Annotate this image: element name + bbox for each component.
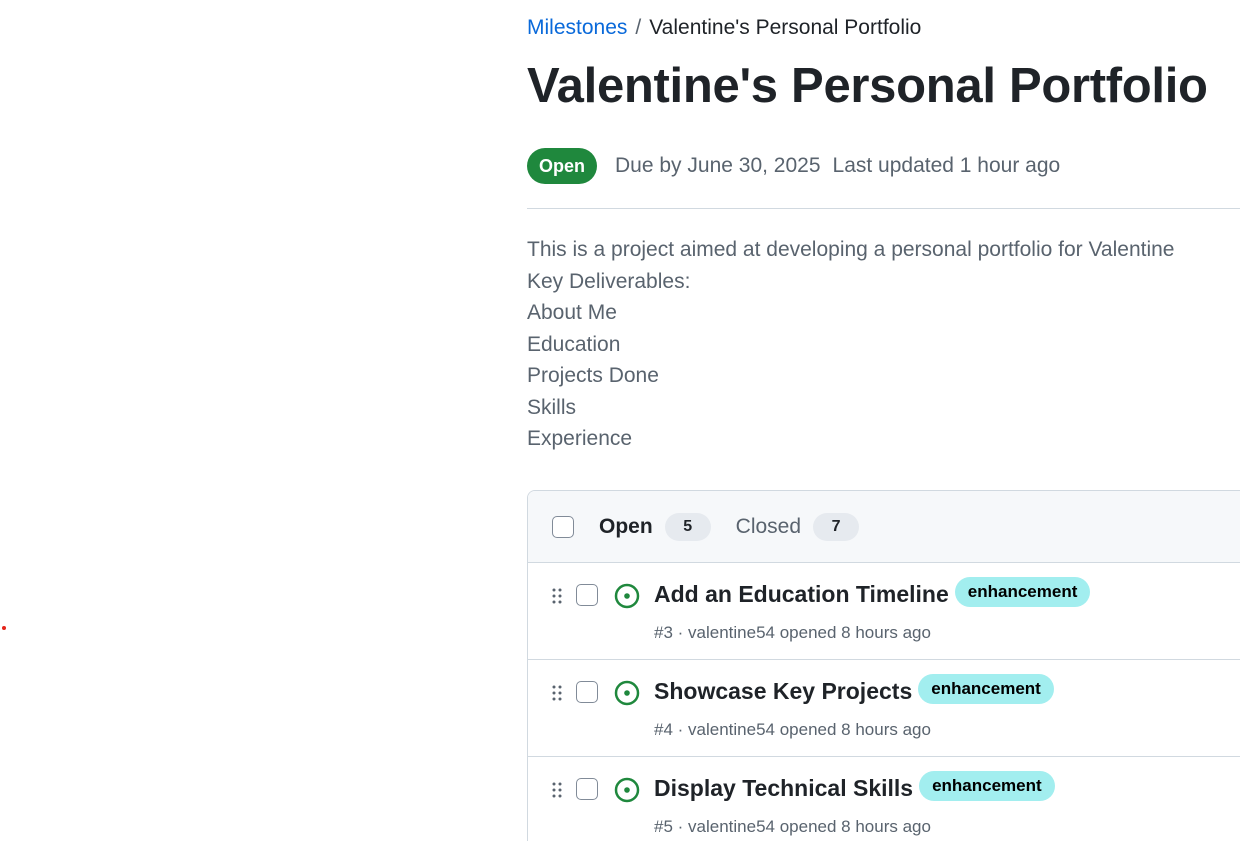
issue-title-link[interactable]: Showcase Key Projects	[654, 674, 912, 708]
issue-opened-icon	[614, 583, 640, 609]
issue-title-line: Add an Education Timeline enhancement	[654, 577, 1091, 611]
page: Milestones / Valentine's Personal Portfoli…	[0, 0, 1240, 841]
label-enhancement[interactable]: enhancement	[919, 771, 1055, 801]
issue-checkbox[interactable]	[576, 584, 598, 606]
label-enhancement[interactable]: enhancement	[918, 674, 1054, 704]
due-date: Due by June 30, 2025	[615, 154, 821, 177]
issue-opened-icon	[614, 777, 640, 803]
open-count-badge: 5	[664, 512, 711, 541]
issue-checkbox[interactable]	[576, 778, 598, 800]
divider	[527, 208, 1240, 209]
breadcrumb: Milestones / Valentine's Personal Portfoli…	[527, 14, 921, 42]
description-line: This is a project aimed at developing a …	[527, 238, 1175, 261]
description-line: Key Deliverables:	[527, 269, 691, 293]
grabber-icon[interactable]	[552, 782, 562, 798]
milestone-meta: Open Due by June 30, 2025 Last updated 1…	[527, 148, 1060, 184]
issue-checkbox[interactable]	[576, 681, 598, 703]
list-item[interactable]: Showcase Key Projects enhancement #4 · v…	[528, 660, 1240, 757]
description-line: Projects Done	[527, 364, 659, 387]
breadcrumb-current: Valentine's Personal Portfolio	[649, 16, 922, 39]
status-badge: Open	[527, 148, 598, 184]
issue-meta: #3 · valentine54 opened 8 hours ago	[654, 623, 931, 642]
issue-meta: #4 · valentine54 opened 8 hours ago	[654, 720, 931, 739]
grabber-icon[interactable]	[552, 588, 562, 604]
issue-title-line: Display Technical Skills enhancement	[654, 771, 1055, 805]
tab-open-label: Open	[599, 514, 653, 538]
description-line: Skills	[527, 395, 577, 419]
grabber-icon[interactable]	[552, 685, 562, 701]
breadcrumb-milestones-link[interactable]: Milestones	[527, 16, 627, 39]
tab-closed-label: Closed	[735, 514, 802, 538]
tab-open[interactable]: Open 5	[599, 512, 711, 541]
list-item[interactable]: Add an Education Timeline enhancement #3…	[528, 563, 1240, 660]
issue-title-line: Showcase Key Projects enhancement	[654, 674, 1054, 708]
label-enhancement[interactable]: enhancement	[954, 577, 1091, 607]
issue-title-link[interactable]: Add an Education Timeline	[654, 577, 949, 611]
description-line: Education	[527, 332, 621, 356]
last-updated: Last updated 1 hour ago	[832, 154, 1061, 177]
issue-meta: #5 · valentine54 opened 8 hours ago	[654, 817, 931, 836]
breadcrumb-separator: /	[635, 16, 642, 39]
closed-count-badge: 7	[813, 512, 860, 541]
tab-closed[interactable]: Closed 7	[735, 512, 860, 541]
issue-opened-icon	[614, 680, 640, 706]
issues-header: Open 5 Closed 7	[528, 491, 1240, 563]
issue-title-link[interactable]: Display Technical Skills	[654, 771, 913, 805]
page-title: Valentine's Personal Portfolio	[527, 59, 1208, 113]
select-all-checkbox[interactable]	[552, 515, 574, 538]
issues-list: Open 5 Closed 7 Add an Education Timelin…	[527, 490, 1240, 841]
list-item[interactable]: Display Technical Skills enhancement #5 …	[528, 757, 1240, 841]
description-line: About Me	[527, 301, 617, 324]
cursor-dot	[2, 626, 6, 630]
description-line: Experience	[527, 427, 633, 450]
milestone-description: This is a project aimed at developing a …	[527, 234, 1174, 455]
